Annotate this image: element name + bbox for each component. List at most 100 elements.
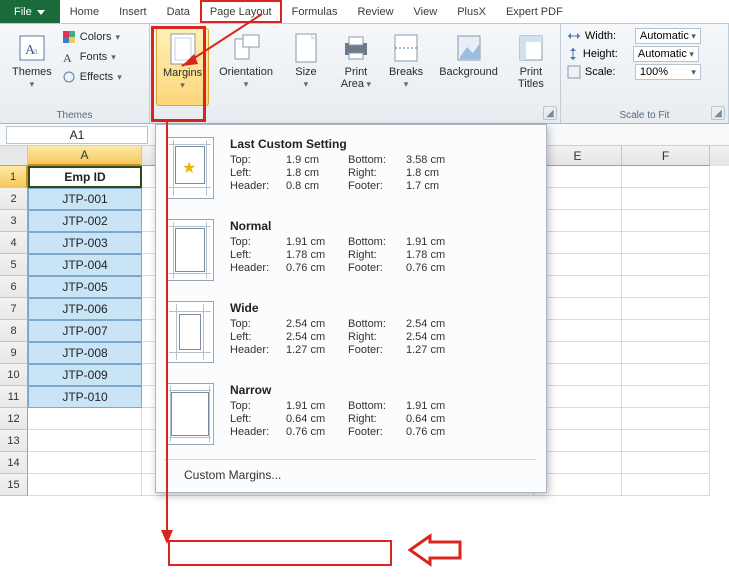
cell[interactable] xyxy=(622,408,710,430)
cell[interactable] xyxy=(534,452,622,474)
cell[interactable]: JTP-009 xyxy=(28,364,142,386)
cell[interactable] xyxy=(622,210,710,232)
row-header[interactable]: 13 xyxy=(0,430,28,452)
cell[interactable] xyxy=(534,188,622,210)
tab-page-layout[interactable]: Page Layout xyxy=(200,0,282,23)
custom-margins-item[interactable]: Custom Margins... xyxy=(164,459,536,490)
cell[interactable]: JTP-005 xyxy=(28,276,142,298)
row-header[interactable]: 12 xyxy=(0,408,28,430)
preset-wide[interactable]: Wide Top:2.54 cmBottom:2.54 cm Left:2.54… xyxy=(164,295,536,377)
row-header[interactable]: 11 xyxy=(0,386,28,408)
margins-icon xyxy=(167,33,199,65)
row-header[interactable]: 2 xyxy=(0,188,28,210)
cell[interactable] xyxy=(28,474,142,496)
row-header[interactable]: 8 xyxy=(0,320,28,342)
col-header-E[interactable]: E xyxy=(534,146,622,166)
cell[interactable] xyxy=(622,254,710,276)
col-header-F[interactable]: F xyxy=(622,146,710,166)
themes-button[interactable]: Aa Themes▾ xyxy=(6,28,58,106)
background-button[interactable]: Background xyxy=(433,28,504,106)
row-header[interactable]: 1 xyxy=(0,166,28,188)
row-header[interactable]: 15 xyxy=(0,474,28,496)
print-area-icon xyxy=(340,32,372,64)
cell[interactable] xyxy=(622,342,710,364)
cell[interactable] xyxy=(28,452,142,474)
cell[interactable]: Emp ID xyxy=(28,166,142,188)
tab-insert[interactable]: Insert xyxy=(109,0,157,23)
cell[interactable] xyxy=(622,298,710,320)
row-header[interactable]: 7 xyxy=(0,298,28,320)
cell[interactable]: JTP-002 xyxy=(28,210,142,232)
name-box[interactable]: A1 xyxy=(6,126,148,144)
print-titles-button[interactable]: Print Titles xyxy=(508,28,554,106)
row-header[interactable]: 4 xyxy=(0,232,28,254)
cell[interactable] xyxy=(622,320,710,342)
cell[interactable] xyxy=(534,386,622,408)
themes-colors[interactable]: Colors▾ xyxy=(62,28,122,46)
cell[interactable] xyxy=(534,342,622,364)
cell[interactable] xyxy=(622,188,710,210)
cell[interactable]: JTP-006 xyxy=(28,298,142,320)
size-button[interactable]: Size▾ xyxy=(283,28,329,106)
cell[interactable] xyxy=(534,474,622,496)
print-area-button[interactable]: Print Area ▾ xyxy=(333,28,379,106)
scale-percent[interactable]: Scale: 100%▾ xyxy=(567,64,701,80)
orientation-button[interactable]: Orientation▾ xyxy=(213,28,279,106)
tab-file[interactable]: File xyxy=(0,0,60,23)
preset-normal[interactable]: Normal Top:1.91 cmBottom:1.91 cm Left:1.… xyxy=(164,213,536,295)
row-header[interactable]: 6 xyxy=(0,276,28,298)
themes-fonts[interactable]: A Fonts▾ xyxy=(62,48,122,66)
cell[interactable]: JTP-004 xyxy=(28,254,142,276)
cell[interactable] xyxy=(534,430,622,452)
cell[interactable] xyxy=(622,364,710,386)
cell[interactable] xyxy=(534,276,622,298)
row-header[interactable]: 3 xyxy=(0,210,28,232)
cell[interactable] xyxy=(622,452,710,474)
margins-button[interactable]: Margins▾ xyxy=(156,28,209,106)
scale-width[interactable]: Width: Automatic▾ xyxy=(567,28,701,44)
page-setup-launcher[interactable]: ◢ xyxy=(543,106,557,120)
breaks-button[interactable]: Breaks▾ xyxy=(383,28,429,106)
tab-review[interactable]: Review xyxy=(347,0,403,23)
themes-effects[interactable]: Effects▾ xyxy=(62,68,122,86)
cell[interactable] xyxy=(622,474,710,496)
tab-data[interactable]: Data xyxy=(157,0,200,23)
cell[interactable] xyxy=(622,386,710,408)
preset-last-custom[interactable]: ★ Last Custom Setting Top:1.9 cmBottom:3… xyxy=(164,131,536,213)
cell[interactable] xyxy=(622,276,710,298)
cell[interactable] xyxy=(534,364,622,386)
row-header[interactable]: 10 xyxy=(0,364,28,386)
cell[interactable] xyxy=(28,430,142,452)
row-header[interactable]: 14 xyxy=(0,452,28,474)
cell[interactable] xyxy=(534,408,622,430)
group-scale-label: Scale to Fit xyxy=(567,108,722,121)
select-all-corner[interactable] xyxy=(0,146,28,166)
cell[interactable] xyxy=(534,320,622,342)
cell[interactable] xyxy=(28,408,142,430)
cell[interactable] xyxy=(534,254,622,276)
cell[interactable] xyxy=(622,232,710,254)
tab-formulas[interactable]: Formulas xyxy=(282,0,348,23)
cell[interactable] xyxy=(534,210,622,232)
scale-launcher[interactable]: ◢ xyxy=(711,106,725,120)
cell[interactable]: JTP-007 xyxy=(28,320,142,342)
cell[interactable] xyxy=(622,430,710,452)
cell[interactable]: JTP-008 xyxy=(28,342,142,364)
tab-home[interactable]: Home xyxy=(60,0,109,23)
tab-expert-pdf[interactable]: Expert PDF xyxy=(496,0,573,23)
scale-height[interactable]: Height: Automatic▾ xyxy=(567,46,701,62)
row-header[interactable]: 9 xyxy=(0,342,28,364)
tab-plusx[interactable]: PlusX xyxy=(447,0,496,23)
tab-view[interactable]: View xyxy=(404,0,448,23)
preset-narrow[interactable]: Narrow Top:1.91 cmBottom:1.91 cm Left:0.… xyxy=(164,377,536,459)
cell[interactable] xyxy=(534,298,622,320)
cell[interactable]: JTP-010 xyxy=(28,386,142,408)
col-header-A[interactable]: A xyxy=(28,146,142,166)
cell[interactable]: JTP-001 xyxy=(28,188,142,210)
row-header[interactable]: 5 xyxy=(0,254,28,276)
cell[interactable] xyxy=(534,166,622,188)
cell[interactable] xyxy=(534,232,622,254)
cell[interactable]: JTP-003 xyxy=(28,232,142,254)
width-icon xyxy=(567,30,581,42)
cell[interactable] xyxy=(622,166,710,188)
